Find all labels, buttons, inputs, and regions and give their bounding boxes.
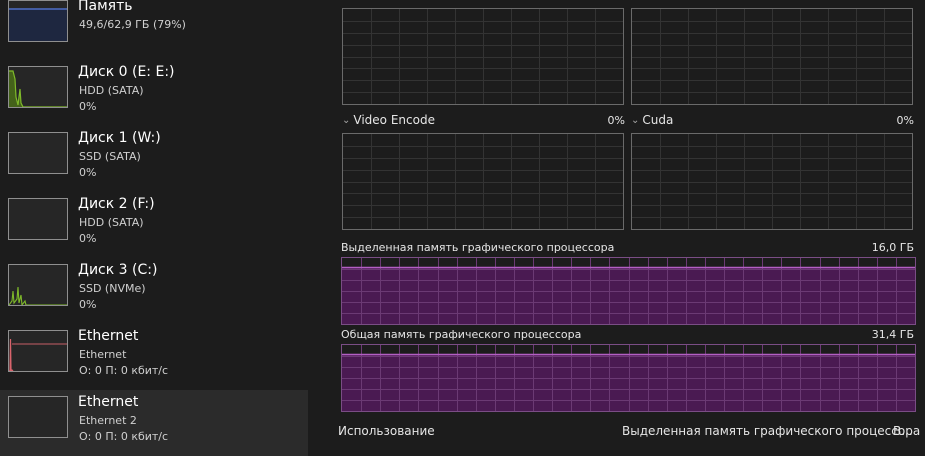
video-encode-selector[interactable]: ⌄ Video Encode bbox=[342, 113, 435, 127]
engine-graph-top-right bbox=[631, 8, 913, 105]
sidebar-item-subtitle: HDD (SATA) bbox=[79, 84, 144, 97]
disk-3-thumbnail-graph bbox=[8, 264, 68, 306]
sidebar-item-value: 0% bbox=[79, 232, 97, 245]
sidebar-item-subtitle: 49,6/62,9 ГБ (79%) bbox=[79, 18, 186, 31]
cuda-label: Cuda bbox=[642, 113, 674, 127]
sidebar-item-title: Диск 1 (W:) bbox=[78, 130, 161, 146]
more-footer-label: В... bbox=[893, 424, 913, 438]
video-encode-value: 0% bbox=[607, 114, 625, 127]
sidebar-item-memory[interactable]: Память 49,6/62,9 ГБ (79%) bbox=[0, 0, 308, 60]
disk-0-thumbnail-graph bbox=[8, 66, 68, 108]
video-encode-label: Video Encode bbox=[353, 113, 435, 127]
sidebar-item-value: О: 0 П: 0 кбит/с bbox=[79, 364, 169, 377]
sidebar-item-subtitle: HDD (SATA) bbox=[79, 216, 144, 229]
shared-memory-label: Общая память графического процессора bbox=[341, 328, 582, 341]
cuda-graph bbox=[631, 133, 913, 230]
sidebar-item-subtitle: SSD (NVMe) bbox=[79, 282, 146, 295]
dedicated-memory-label: Выделенная память графического процессор… bbox=[341, 241, 615, 254]
sidebar-item-title: Память bbox=[78, 0, 133, 14]
sidebar-item-value: 0% bbox=[79, 298, 97, 311]
sidebar-item-subtitle: Ethernet 2 bbox=[79, 414, 137, 427]
sidebar-item-ethernet-1[interactable]: Ethernet Ethernet О: 0 П: 0 кбит/с bbox=[0, 324, 308, 390]
disk-2-thumbnail-graph bbox=[8, 198, 68, 240]
disk-1-thumbnail-graph bbox=[8, 132, 68, 174]
memory-thumbnail-graph bbox=[8, 0, 68, 42]
sidebar-item-title: Ethernet bbox=[78, 394, 139, 410]
sidebar-item-subtitle: SSD (SATA) bbox=[79, 150, 141, 163]
sidebar-item-disk-1[interactable]: Диск 1 (W:) SSD (SATA) 0% bbox=[0, 126, 308, 192]
sidebar-item-disk-2[interactable]: Диск 2 (F:) HDD (SATA) 0% bbox=[0, 192, 308, 258]
cuda-selector[interactable]: ⌄ Cuda bbox=[631, 113, 673, 127]
cuda-value: 0% bbox=[896, 114, 914, 127]
usage-label: Использование bbox=[338, 424, 435, 438]
sidebar-item-disk-0[interactable]: Диск 0 (E: E:) HDD (SATA) 0% bbox=[0, 60, 308, 126]
dedicated-memory-footer-label: Выделенная память графического процессор… bbox=[622, 424, 921, 438]
sidebar-item-disk-3[interactable]: Диск 3 (C:) SSD (NVMe) 0% bbox=[0, 258, 308, 324]
video-encode-graph bbox=[342, 133, 624, 230]
sidebar-item-value: О: 0 П: 0 кбит/с bbox=[79, 430, 169, 443]
dedicated-memory-graph bbox=[341, 257, 916, 325]
sidebar-item-title: Ethernet bbox=[78, 328, 139, 344]
engine-graph-top-left bbox=[342, 8, 624, 105]
chevron-down-icon: ⌄ bbox=[631, 115, 640, 126]
shared-memory-graph bbox=[341, 344, 916, 412]
chevron-down-icon: ⌄ bbox=[342, 115, 351, 126]
sidebar-item-ethernet-2[interactable]: Ethernet Ethernet 2 О: 0 П: 0 кбит/с bbox=[0, 390, 308, 456]
sidebar-item-value: 0% bbox=[79, 100, 97, 113]
sidebar-item-value: 0% bbox=[79, 166, 97, 179]
ethernet-1-thumbnail-graph bbox=[8, 330, 68, 372]
sidebar-item-title: Диск 3 (C:) bbox=[78, 262, 158, 278]
sidebar-item-title: Диск 2 (F:) bbox=[78, 196, 155, 212]
shared-memory-total: 31,4 ГБ bbox=[871, 328, 914, 341]
sidebar-item-subtitle: Ethernet bbox=[79, 348, 127, 361]
dedicated-memory-total: 16,0 ГБ bbox=[871, 241, 914, 254]
sidebar-item-title: Диск 0 (E: E:) bbox=[78, 64, 175, 80]
sidebar: Память 49,6/62,9 ГБ (79%) Диск 0 (E: E:)… bbox=[0, 0, 308, 456]
ethernet-2-thumbnail-graph bbox=[8, 396, 68, 438]
